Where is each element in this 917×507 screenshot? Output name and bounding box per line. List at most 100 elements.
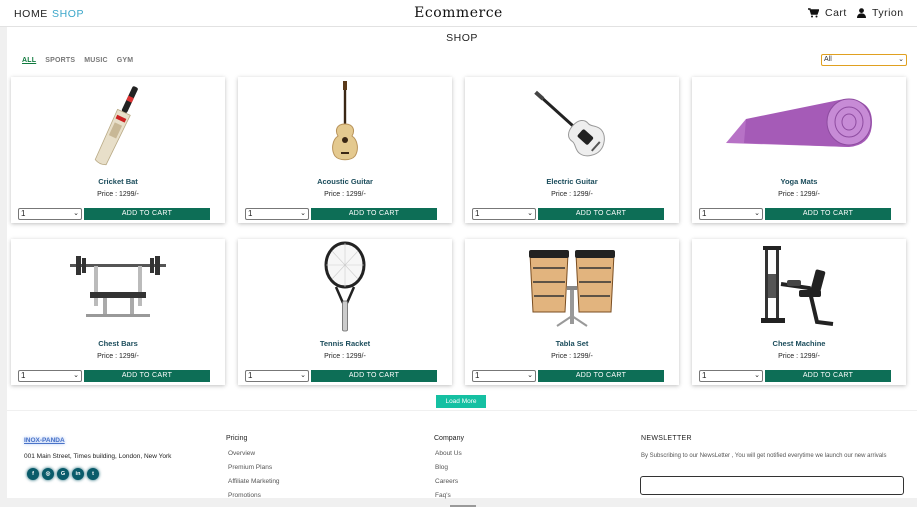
product-card: Tabla Set Price : 1299/- 1 ⌄ ADD TO CART: [465, 239, 679, 385]
product-name: Tennis Racket: [319, 339, 371, 348]
tennis-racket-icon: [324, 241, 366, 332]
brand-logo[interactable]: Ecommerce: [0, 5, 917, 21]
add-to-cart-button[interactable]: ADD TO CART: [311, 208, 437, 220]
product-image[interactable]: [692, 79, 906, 171]
user-name: Tyrion: [872, 7, 904, 19]
twitter-icon[interactable]: t: [87, 468, 99, 480]
product-card: Yoga Mats Price : 1299/- 1 ⌄ ADD TO CART: [692, 77, 906, 223]
google-icon[interactable]: G: [57, 468, 69, 480]
add-to-cart-button[interactable]: ADD TO CART: [765, 370, 891, 382]
linkedin-icon[interactable]: in: [72, 468, 84, 480]
chevron-down-icon: ⌄: [754, 372, 760, 379]
newsletter-email-input[interactable]: [640, 476, 904, 495]
product-name: Chest Bars: [98, 339, 138, 348]
filter-all[interactable]: ALL: [22, 57, 36, 64]
product-name: Electric Guitar: [546, 177, 598, 186]
quantity-value: 1: [21, 371, 26, 380]
quantity-select[interactable]: 1 ⌄: [245, 370, 309, 382]
filter-sports[interactable]: SPORTS: [45, 57, 75, 64]
category-select[interactable]: All ⌄: [821, 54, 907, 66]
product-card: Acoustic Guitar Price : 1299/- 1 ⌄ ADD TO…: [238, 77, 452, 223]
footer-link-affiliate-marketing[interactable]: Affiliate Marketing: [228, 478, 280, 485]
quantity-select[interactable]: 1 ⌄: [699, 370, 763, 382]
add-to-cart-button[interactable]: ADD TO CART: [538, 370, 664, 382]
product-price: Price : 1299/-: [324, 353, 366, 360]
footer-brand[interactable]: INOX-PANDA: [24, 437, 65, 444]
chevron-down-icon: ⌄: [73, 210, 79, 217]
product-name: Cricket Bat: [98, 177, 138, 186]
footer-link-blog[interactable]: Blog: [435, 464, 448, 471]
product-image[interactable]: [465, 79, 679, 171]
filter-music[interactable]: MUSIC: [84, 57, 108, 64]
product-image[interactable]: [11, 241, 225, 333]
company-title: Company: [434, 435, 464, 442]
page-title: SHOP: [446, 32, 478, 44]
add-to-cart-button[interactable]: ADD TO CART: [84, 208, 210, 220]
add-to-cart-button[interactable]: ADD TO CART: [538, 208, 664, 220]
newsletter-text: By Subscribing to our NewsLetter , You w…: [641, 453, 887, 459]
add-to-cart-button[interactable]: ADD TO CART: [311, 370, 437, 382]
product-image[interactable]: [465, 241, 679, 333]
add-to-cart-button[interactable]: ADD TO CART: [765, 208, 891, 220]
bench-press-icon: [70, 256, 166, 317]
product-name: Chest Machine: [772, 339, 826, 348]
cricket-bat-icon: [94, 86, 138, 166]
quantity-select[interactable]: 1 ⌄: [18, 208, 82, 220]
quantity-value: 1: [21, 209, 26, 218]
chevron-down-icon: ⌄: [527, 210, 533, 217]
top-navbar: HOME SHOP Ecommerce Cart Tyrion: [0, 0, 917, 27]
quantity-select[interactable]: 1 ⌄: [245, 208, 309, 220]
social-links: f ◎ G in t: [27, 468, 99, 480]
quantity-value: 1: [475, 209, 480, 218]
pricing-title: Pricing: [226, 435, 248, 442]
footer-link-premium-plans[interactable]: Premium Plans: [228, 464, 272, 471]
product-card: Electric Guitar Price : 1299/- 1 ⌄ ADD TO…: [465, 77, 679, 223]
cart-label: Cart: [825, 7, 847, 19]
add-to-cart-button[interactable]: ADD TO CART: [84, 370, 210, 382]
yoga-mat-icon: [726, 98, 872, 147]
product-image[interactable]: [692, 241, 906, 333]
electric-guitar-icon: [534, 90, 605, 157]
product-price: Price : 1299/-: [778, 353, 820, 360]
quantity-value: 1: [248, 209, 253, 218]
footer: INOX-PANDA 001 Main Street, Times buildi…: [7, 411, 917, 499]
cart-button[interactable]: Cart: [808, 7, 847, 19]
quantity-select[interactable]: 1 ⌄: [472, 370, 536, 382]
chevron-down-icon: ⌄: [300, 372, 306, 379]
product-price: Price : 1299/-: [324, 191, 366, 198]
footer-link-careers[interactable]: Careers: [435, 478, 458, 485]
product-card: Chest Machine Price : 1299/- 1 ⌄ ADD TO C…: [692, 239, 906, 385]
footer-link-overview[interactable]: Overview: [228, 450, 255, 457]
footer-link-promotions[interactable]: Promotions: [228, 492, 261, 499]
filter-gym[interactable]: GYM: [117, 57, 134, 64]
chevron-down-icon: ⌄: [73, 372, 79, 379]
product-card: Tennis Racket Price : 1299/- 1 ⌄ ADD TO C…: [238, 239, 452, 385]
product-name: Yoga Mats: [780, 177, 818, 186]
chevron-down-icon: ⌄: [754, 210, 760, 217]
product-card: Chest Bars Price : 1299/- 1 ⌄ ADD TO CART: [11, 239, 225, 385]
chevron-down-icon: ⌄: [898, 56, 904, 63]
user-icon: [857, 8, 866, 18]
product-image[interactable]: [238, 241, 452, 333]
product-price: Price : 1299/-: [551, 191, 593, 198]
instagram-icon[interactable]: ◎: [42, 468, 54, 480]
category-filters: ALL SPORTS MUSIC GYM: [22, 57, 133, 64]
user-menu[interactable]: Tyrion: [857, 7, 904, 19]
quantity-select[interactable]: 1 ⌄: [472, 208, 536, 220]
footer-link-faqs[interactable]: Faq's: [435, 492, 451, 499]
quantity-select[interactable]: 1 ⌄: [699, 208, 763, 220]
shop-section: SHOP ALL SPORTS MUSIC GYM All ⌄ Cricket …: [7, 27, 917, 410]
footer-link-about-us[interactable]: About Us: [435, 450, 462, 457]
load-more-button[interactable]: Load More: [436, 395, 486, 408]
product-price: Price : 1299/-: [97, 353, 139, 360]
product-image[interactable]: [11, 79, 225, 171]
quantity-select[interactable]: 1 ⌄: [18, 370, 82, 382]
acoustic-guitar-icon: [332, 81, 358, 161]
quantity-value: 1: [702, 371, 707, 380]
drums-icon: [529, 250, 615, 327]
footer-address: 001 Main Street, Times building, London,…: [24, 453, 172, 460]
product-image[interactable]: [238, 79, 452, 171]
quantity-value: 1: [702, 209, 707, 218]
facebook-icon[interactable]: f: [27, 468, 39, 480]
product-price: Price : 1299/-: [551, 353, 593, 360]
